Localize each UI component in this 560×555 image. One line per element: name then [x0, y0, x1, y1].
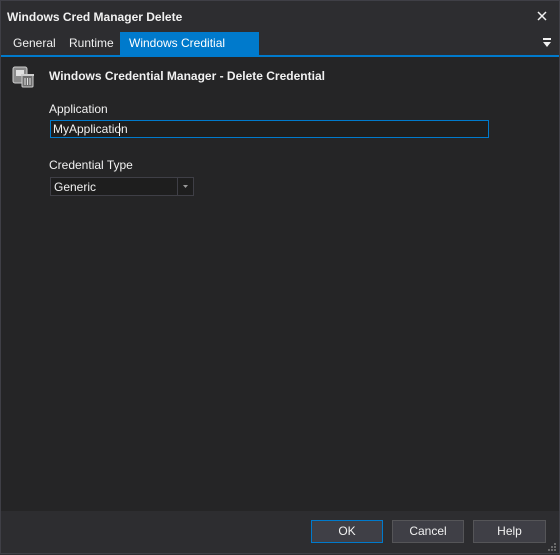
text-caret — [119, 123, 120, 136]
application-label: Application — [49, 102, 108, 116]
close-icon[interactable] — [533, 7, 551, 25]
credential-type-value: Generic — [54, 180, 97, 194]
resize-grip-icon[interactable] — [547, 541, 557, 551]
tab-label: General — [13, 36, 56, 50]
credential-type-select[interactable]: Generic — [50, 177, 194, 196]
application-input[interactable] — [50, 120, 489, 138]
page-title: Windows Credential Manager - Delete Cred… — [49, 69, 325, 83]
dropdown-menu-icon[interactable] — [541, 37, 553, 49]
tab-runtime[interactable]: Runtime — [61, 32, 122, 55]
dialog-window: Windows Cred Manager Delete General Runt… — [0, 0, 560, 554]
help-button[interactable]: Help — [473, 520, 546, 543]
tab-label: Runtime — [69, 36, 114, 50]
cancel-button[interactable]: Cancel — [392, 520, 464, 543]
window-title: Windows Cred Manager Delete — [7, 10, 183, 24]
title-bar[interactable]: Windows Cred Manager Delete — [1, 1, 559, 32]
tab-bar: General Runtime Windows Creditial Delete — [1, 32, 559, 73]
tab-general[interactable]: General — [5, 32, 64, 55]
chevron-down-icon[interactable] — [177, 178, 193, 195]
tab-windows-creditial-delete[interactable]: Windows Creditial Delete — [120, 32, 259, 73]
credential-type-label: Credential Type — [49, 158, 133, 172]
ok-button[interactable]: OK — [311, 520, 383, 543]
credential-delete-icon — [11, 65, 35, 89]
content-panel: Windows Credential Manager - Delete Cred… — [1, 57, 559, 511]
button-footer: OK Cancel Help — [1, 511, 559, 553]
